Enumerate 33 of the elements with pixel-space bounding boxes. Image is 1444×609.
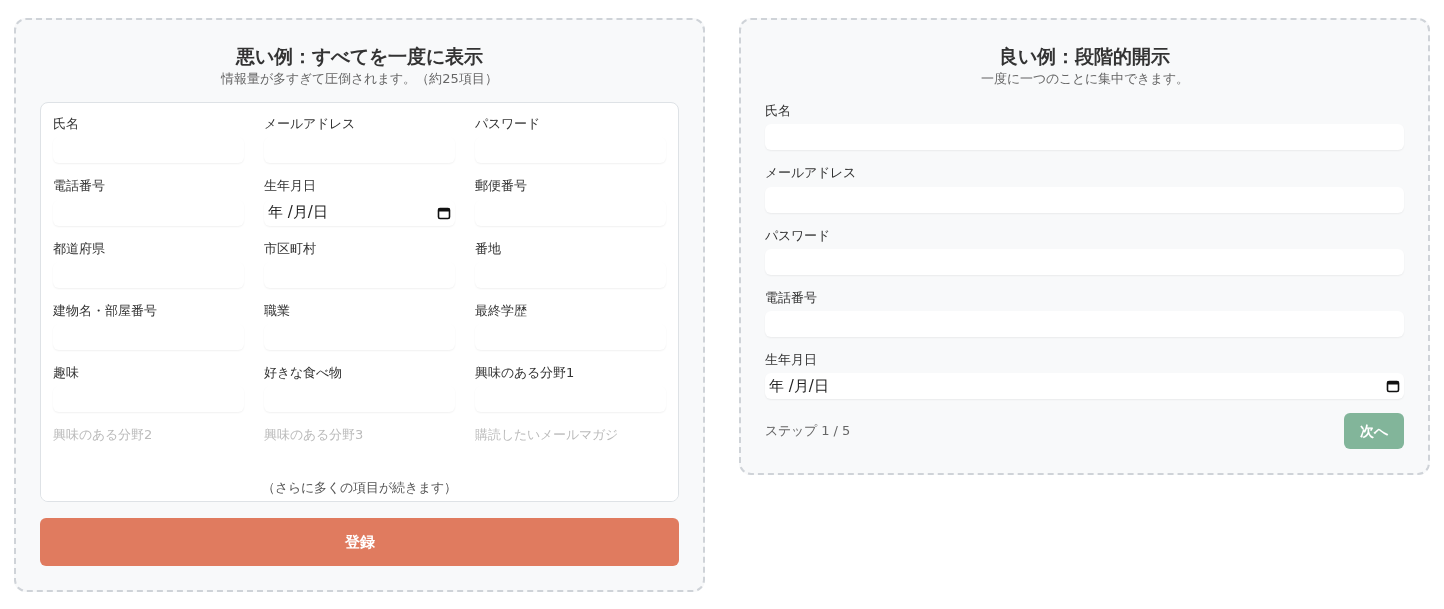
field-label: メールアドレス: [264, 115, 356, 134]
field-label: 氏名: [53, 115, 80, 134]
field-label: 市区町村: [264, 239, 317, 258]
field-label: 興味のある分野3: [264, 426, 365, 445]
field-label: 好きな食べ物: [264, 363, 343, 382]
field-label: 郵便番号: [475, 177, 528, 196]
field-label: パスワード: [765, 226, 831, 245]
panel-subtitle: 情報量が多すぎて圧倒されます。（約25項目）: [220, 69, 499, 88]
field-label: 生年月日: [264, 177, 317, 196]
field-label: 建物名・部屋番号: [53, 301, 158, 320]
field-label: 興味のある分野1: [475, 363, 576, 382]
field-label: 都道府県: [53, 239, 106, 258]
calendar-icon[interactable]: [437, 205, 451, 220]
field-label: 趣味: [53, 363, 80, 382]
panel-title: 良い例：段階的開示: [998, 44, 1171, 69]
field-label: 生年月日: [765, 350, 818, 369]
field-label: 電話番号: [765, 288, 818, 307]
panel-subtitle: 一度に一つのことに集中できます。: [979, 69, 1190, 88]
field-label: メールアドレス: [765, 164, 857, 183]
date-field[interactable]: 年 /月/日: [264, 199, 455, 226]
field-label: 電話番号: [53, 177, 106, 196]
date-placeholder: 年 /月/日: [769, 375, 829, 397]
field-label: 最終学歴: [475, 301, 528, 320]
field-label: 職業: [264, 301, 291, 320]
field-label: 氏名: [765, 102, 792, 121]
calendar-icon[interactable]: [1386, 379, 1400, 394]
step-indicator: ステップ 1 / 5: [765, 422, 851, 441]
field-label: パスワード: [475, 115, 541, 134]
date-placeholder: 年 /月/日: [268, 202, 328, 224]
date-field[interactable]: 年 /月/日: [765, 373, 1404, 400]
panel-title: 悪い例：すべてを一度に表示: [234, 44, 484, 69]
field-label: 興味のある分野2: [53, 426, 154, 445]
field-label: 番地: [475, 239, 502, 258]
